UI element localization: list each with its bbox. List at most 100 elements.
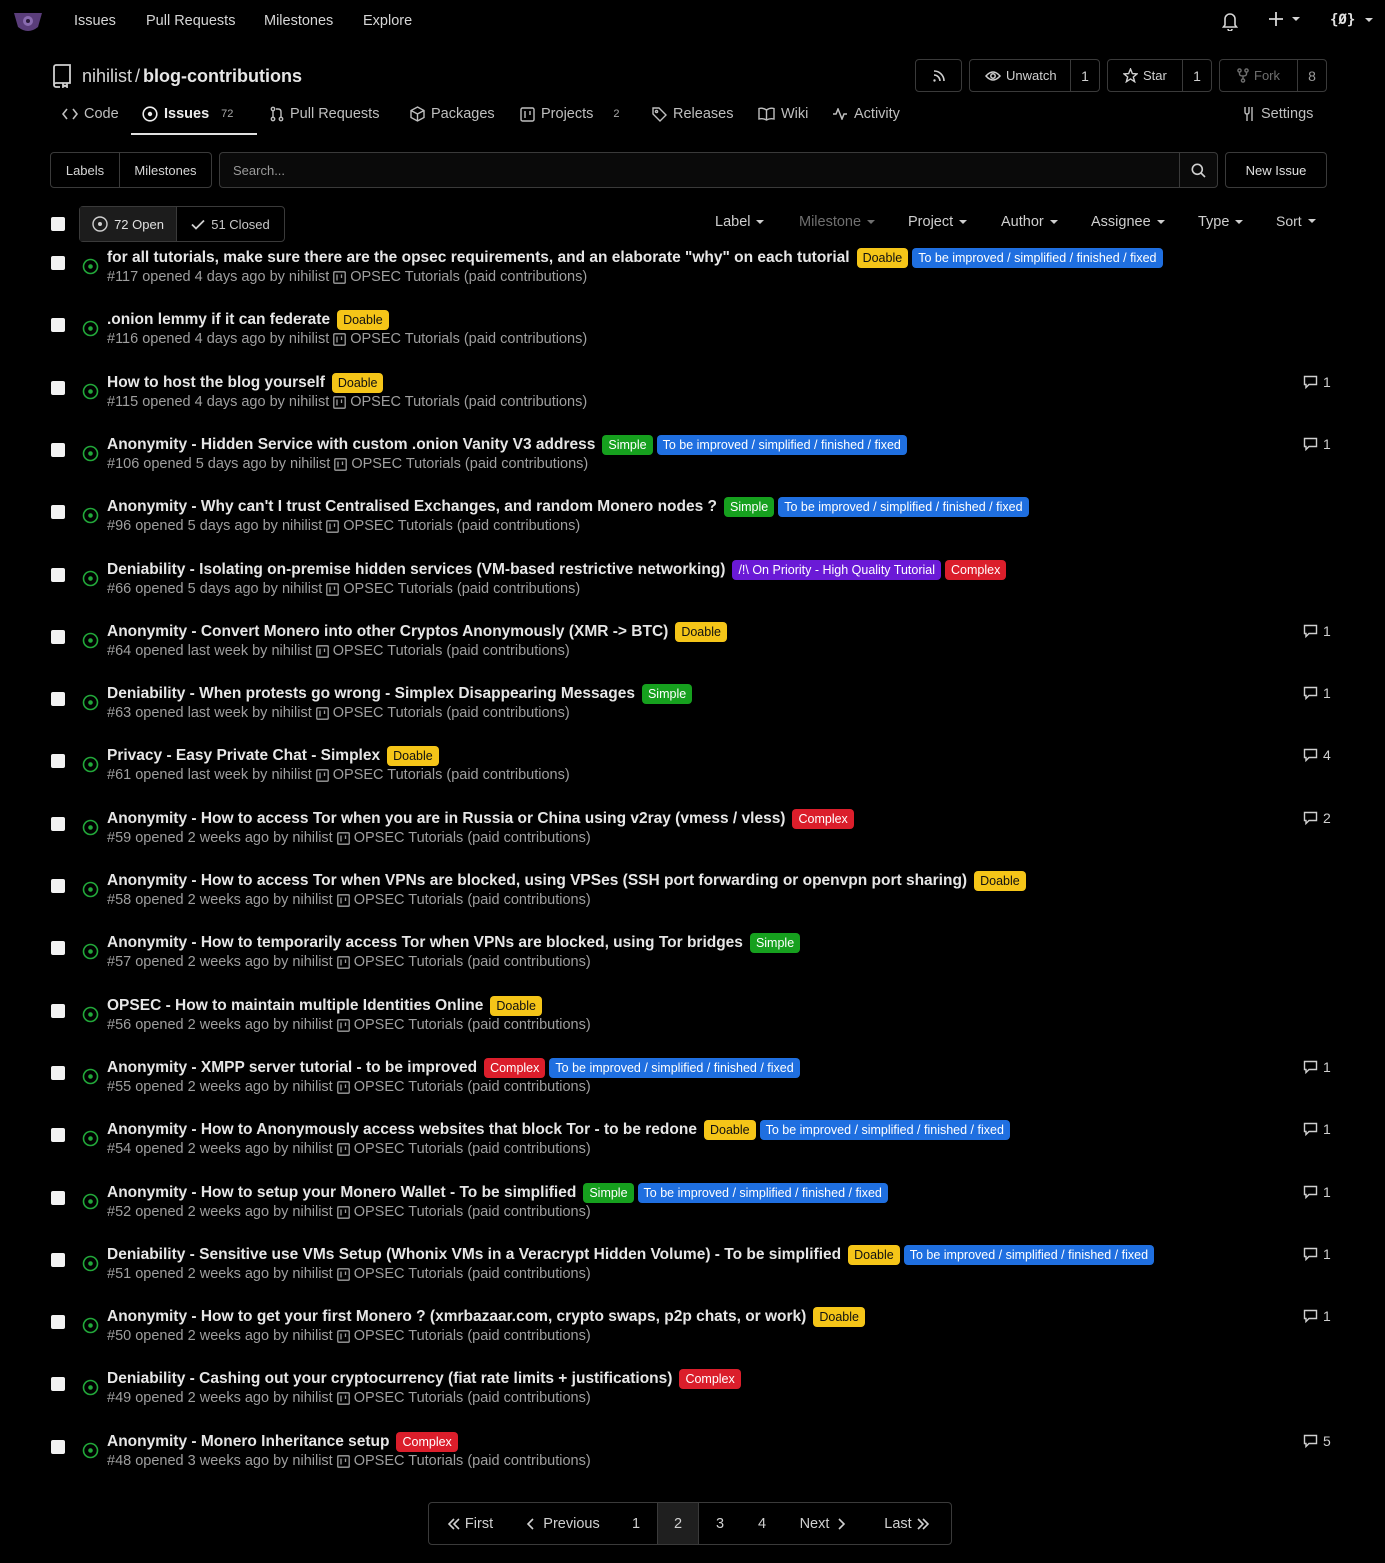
issue-project[interactable]: OPSEC Tutorials (paid contributions) [350,394,587,410]
issue-row[interactable]: Deniability - Sensitive use VMs Setup (W… [0,1245,1385,1313]
issue-label[interactable]: Doable [490,996,542,1016]
issue-label[interactable]: Simple [602,435,653,455]
author-filter[interactable]: Author [1001,214,1058,230]
issue-checkbox[interactable] [51,754,65,768]
issue-label[interactable]: Doable [813,1307,865,1327]
issue-title[interactable]: for all tutorials, make sure there are t… [107,249,850,267]
issue-project[interactable]: OPSEC Tutorials (paid contributions) [354,1079,591,1095]
comment-count[interactable]: 1 [1303,623,1331,639]
assignee-filter[interactable]: Assignee [1091,214,1165,230]
issue-title[interactable]: Anonymity - How to get your first Monero… [107,1308,806,1326]
project-filter[interactable]: Project [908,214,968,230]
issue-checkbox[interactable] [51,256,65,270]
issue-row[interactable]: Anonymity - How to temporarily access To… [0,933,1385,1001]
issue-project[interactable]: OPSEC Tutorials (paid contributions) [354,1204,591,1220]
new-issue-button[interactable]: New Issue [1225,152,1327,188]
issue-project[interactable]: OPSEC Tutorials (paid contributions) [350,331,587,347]
issue-label[interactable]: Complex [792,809,854,829]
issue-row[interactable]: Anonymity - How to Anonymously access we… [0,1120,1385,1188]
issue-title[interactable]: Deniability - When protests go wrong - S… [107,685,635,703]
issue-label[interactable]: Doable [387,746,439,766]
issue-label[interactable]: To be improved / simplified / finished /… [912,248,1163,268]
issue-row[interactable]: Anonymity - How to access Tor when VPNs … [0,871,1385,939]
issue-project[interactable]: OPSEC Tutorials (paid contributions) [354,1266,591,1282]
user-menu[interactable]: {Ø} [1330,12,1374,28]
issue-label[interactable]: Simple [724,497,775,517]
star-button[interactable]: Star 1 [1107,59,1212,92]
issue-title[interactable]: Anonymity - XMPP server tutorial - to be… [107,1059,477,1077]
issue-checkbox[interactable] [51,941,65,955]
issue-label[interactable]: Doable [848,1245,900,1265]
fork-count[interactable]: 8 [1297,60,1326,91]
comment-count[interactable]: 1 [1303,374,1331,390]
issue-checkbox[interactable] [51,318,65,332]
comment-count[interactable]: 2 [1303,810,1331,826]
milestone-filter[interactable]: Milestone [799,214,876,230]
issue-project[interactable]: OPSEC Tutorials (paid contributions) [354,1017,591,1033]
comment-count[interactable]: 1 [1303,1184,1331,1200]
issue-row[interactable]: .onion lemmy if it can federate Doable #… [0,310,1385,378]
tab-wiki[interactable]: Wiki [758,106,808,122]
issue-row[interactable]: Deniability - Isolating on-premise hidde… [0,560,1385,628]
page-first-button[interactable]: First [429,1503,511,1544]
labels-button[interactable]: Labels [51,153,120,187]
issue-label[interactable]: To be improved / simplified / finished /… [656,435,907,455]
page-next-button[interactable]: Next [783,1503,863,1544]
nav-pull-requests[interactable]: Pull Requests [146,13,235,29]
issue-label[interactable]: Simple [583,1183,634,1203]
comment-count[interactable]: 1 [1303,1246,1331,1262]
issue-project[interactable]: OPSEC Tutorials (paid contributions) [354,830,591,846]
issue-label[interactable]: Simple [641,684,693,704]
issue-checkbox[interactable] [51,505,65,519]
comment-count[interactable]: 1 [1303,685,1331,701]
issue-row[interactable]: Anonymity - Convert Monero into other Cr… [0,622,1385,690]
issue-project[interactable]: OPSEC Tutorials (paid contributions) [354,892,591,908]
page-3-button[interactable]: 3 [699,1503,741,1544]
watch-button[interactable]: Unwatch 1 [969,59,1100,92]
issue-label[interactable]: Doable [337,310,389,330]
tab-code[interactable]: Code [62,106,119,122]
issue-row[interactable]: Anonymity - How to get your first Monero… [0,1307,1385,1375]
issue-title[interactable]: Anonymity - Hidden Service with custom .… [107,436,595,454]
issue-label[interactable]: Complex [945,560,1007,580]
issue-label[interactable]: Doable [675,622,727,642]
issue-row[interactable]: Anonymity - Why can't I trust Centralise… [0,497,1385,565]
comment-count[interactable]: 1 [1303,1121,1331,1137]
issue-checkbox[interactable] [51,568,65,582]
issue-label[interactable]: Complex [484,1058,546,1078]
rss-button[interactable] [915,59,962,92]
star-count[interactable]: 1 [1182,60,1211,91]
repo-owner[interactable]: nihilist [82,66,132,86]
issue-row[interactable]: Deniability - Cashing out your cryptocur… [0,1369,1385,1437]
page-1-button[interactable]: 1 [615,1503,657,1544]
tab-issues[interactable]: Issues 72 [142,106,233,122]
milestones-button[interactable]: Milestones [120,153,211,187]
issue-row[interactable]: Anonymity - How to setup your Monero Wal… [0,1183,1385,1251]
issue-label[interactable]: Complex [679,1369,741,1389]
issue-title[interactable]: Deniability - Sensitive use VMs Setup (W… [107,1246,841,1264]
site-logo[interactable] [12,9,44,33]
issue-title[interactable]: Deniability - Cashing out your cryptocur… [107,1370,672,1388]
issue-project[interactable]: OPSEC Tutorials (paid contributions) [351,456,588,472]
issue-title[interactable]: Anonymity - How to Anonymously access we… [107,1121,697,1139]
issue-project[interactable]: OPSEC Tutorials (paid contributions) [333,705,570,721]
issue-checkbox[interactable] [51,1066,65,1080]
page-4-button[interactable]: 4 [741,1503,783,1544]
issue-project[interactable]: OPSEC Tutorials (paid contributions) [350,269,587,285]
issue-title[interactable]: OPSEC - How to maintain multiple Identit… [107,997,483,1015]
issue-checkbox[interactable] [51,443,65,457]
comment-count[interactable]: 1 [1303,436,1331,452]
issue-label[interactable]: Doable [856,248,909,268]
create-menu[interactable] [1268,11,1300,27]
issue-label[interactable]: Doable [331,373,384,393]
issue-title[interactable]: .onion lemmy if it can federate [107,311,330,329]
page-previous-button[interactable]: Previous [511,1503,615,1544]
issue-title[interactable]: Anonymity - How to setup your Monero Wal… [107,1184,576,1202]
issue-label[interactable]: Complex [396,1432,458,1452]
comment-count[interactable]: 5 [1303,1433,1331,1449]
issue-label[interactable]: /!\ On Priority - High Quality Tutorial [732,560,942,580]
nav-explore[interactable]: Explore [363,13,412,29]
issue-label[interactable]: To be improved / simplified / finished /… [759,1120,1010,1140]
issue-project[interactable]: OPSEC Tutorials (paid contributions) [343,581,580,597]
closed-issues-button[interactable]: 51 Closed [177,207,284,241]
